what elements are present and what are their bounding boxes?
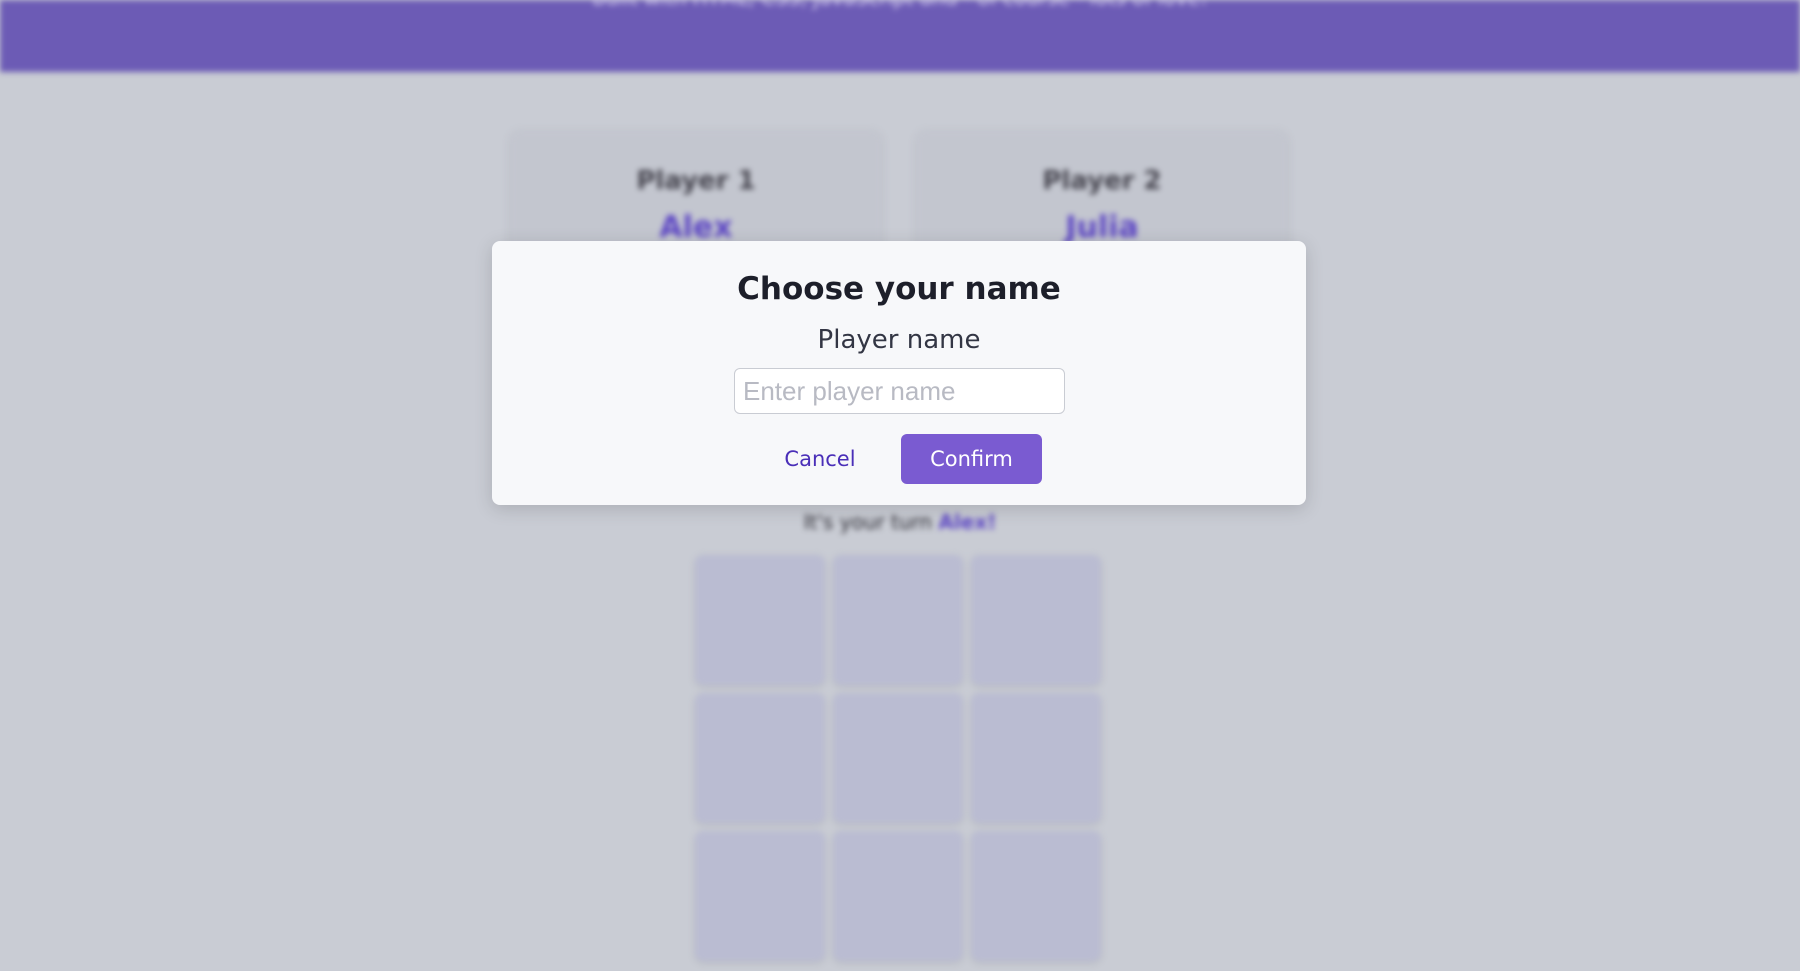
header-tagline: Built with HTML, CSS, JavaScript and - o… [0, 0, 1800, 8]
turn-indicator: It's your turn Alex! [0, 510, 1800, 534]
player-1-name: Alex [659, 210, 733, 245]
player-2-title: Player 2 [1042, 166, 1162, 196]
turn-prefix: It's your turn [803, 510, 939, 534]
board-cell[interactable] [833, 555, 963, 685]
player-name-input[interactable] [734, 368, 1065, 414]
board-cell[interactable] [971, 693, 1101, 823]
game-board [695, 555, 1103, 965]
player-2-name: Julia [1065, 210, 1139, 245]
confirm-button[interactable]: Confirm [901, 434, 1042, 484]
board-cell[interactable] [695, 693, 825, 823]
page-header: Built with HTML, CSS, JavaScript and - o… [0, 0, 1800, 72]
board-cell[interactable] [695, 831, 825, 961]
player-1-title: Player 1 [636, 166, 756, 196]
board-cell[interactable] [833, 693, 963, 823]
choose-name-dialog: Choose your name Player name Cancel Conf… [492, 241, 1306, 505]
board-cell[interactable] [833, 831, 963, 961]
turn-player-name: Alex! [938, 510, 997, 534]
board-cell[interactable] [695, 555, 825, 685]
board-cell[interactable] [971, 555, 1101, 685]
cancel-button[interactable]: Cancel [765, 434, 875, 484]
dialog-title: Choose your name [737, 271, 1061, 307]
board-cell[interactable] [971, 831, 1101, 961]
player-name-label: Player name [817, 325, 981, 355]
